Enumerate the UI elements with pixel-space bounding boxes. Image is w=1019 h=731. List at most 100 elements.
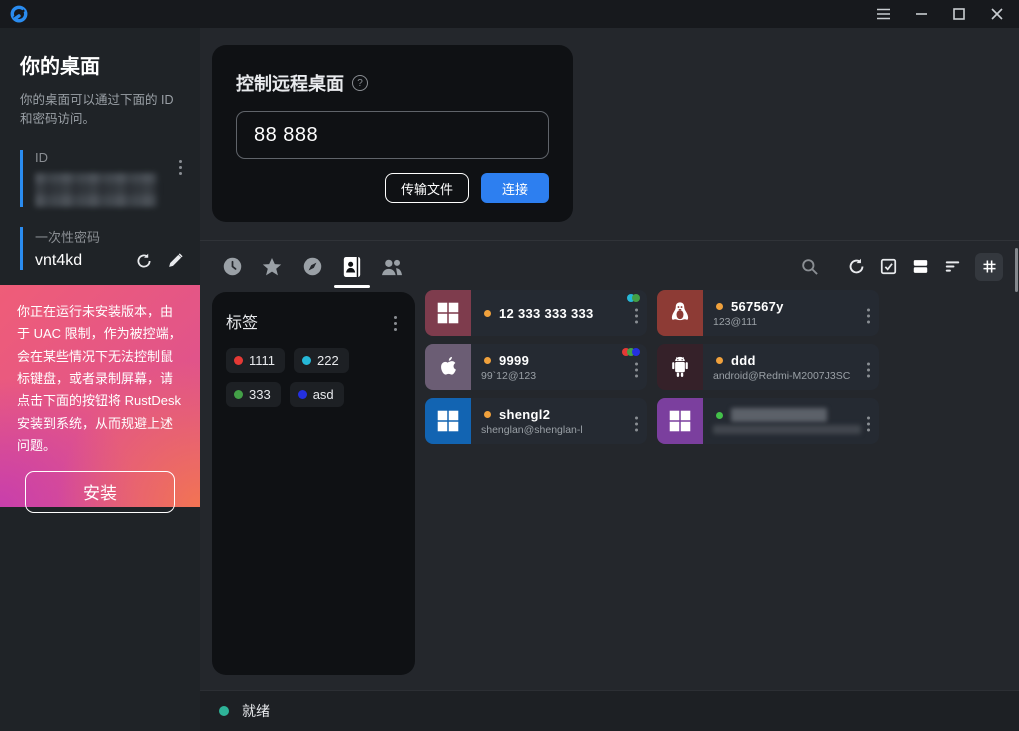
peer-menu-icon[interactable] — [863, 299, 874, 328]
tab-groups[interactable] — [372, 241, 412, 293]
install-banner: 你正在运行未安装版本，由于 UAC 限制，作为被控端，会在某些情况下无法控制鼠标… — [0, 285, 200, 507]
sort-icon[interactable] — [943, 257, 962, 276]
people-icon — [380, 257, 404, 277]
windows-icon — [425, 398, 471, 444]
peer-subtitle: 123@111 — [713, 316, 857, 328]
help-icon[interactable]: ? — [352, 75, 368, 91]
peer-card[interactable] — [657, 398, 879, 444]
status-dot — [716, 303, 723, 310]
redacted-id-value — [35, 173, 157, 207]
rustdesk-logo-icon — [10, 5, 28, 23]
tags-panel: 标签 1111 222 333 — [212, 292, 415, 675]
peer-menu-icon[interactable] — [631, 407, 642, 436]
linux-icon — [657, 290, 703, 336]
status-dot — [716, 412, 723, 419]
connect-button[interactable]: 连接 — [481, 173, 549, 203]
menu-icon[interactable] — [869, 2, 897, 26]
peer-tabbar — [200, 240, 1019, 292]
install-button[interactable]: 安装 — [25, 471, 175, 513]
tags-title: 标签 — [226, 309, 258, 333]
peer-name: shengl2 — [499, 407, 550, 422]
rustdesk-window: 你的桌面 你的桌面可以通过下面的 ID 和密码访问。 ID 一次性密码 vnt4… — [0, 0, 1019, 731]
refresh-password-icon[interactable] — [135, 252, 153, 270]
peer-menu-icon[interactable] — [863, 353, 874, 382]
transfer-file-button[interactable]: 传输文件 — [385, 173, 469, 203]
main-panel: 控制远程桌面 ? 传输文件 连接 — [200, 28, 1019, 731]
sidebar-title: 你的桌面 — [20, 50, 180, 79]
tag-color-dot — [234, 356, 243, 365]
peer-subtitle: shenglan@shenglan-l — [481, 424, 625, 436]
peer-name: 9999 — [499, 353, 529, 368]
connect-title: 控制远程桌面 — [236, 70, 344, 96]
edit-password-icon[interactable] — [167, 252, 184, 270]
peer-card[interactable]: ddd android@Redmi-M2007J3SC — [657, 344, 879, 390]
password-value: vnt4kd — [35, 252, 82, 270]
connection-status-text: 就绪 — [242, 701, 270, 721]
tag-color-dot — [234, 390, 243, 399]
id-section: ID — [20, 150, 186, 207]
grid-view-icon[interactable] — [975, 253, 1003, 281]
sidebar: 你的桌面 你的桌面可以通过下面的 ID 和密码访问。 ID 一次性密码 vnt4… — [0, 28, 200, 731]
peer-menu-icon[interactable] — [631, 299, 642, 328]
scrollbar-thumb[interactable] — [1015, 248, 1018, 292]
card-view-icon[interactable] — [911, 257, 930, 276]
remote-id-field[interactable] — [236, 111, 549, 159]
id-menu-icon[interactable] — [175, 150, 186, 179]
peer-card[interactable]: 567567y 123@111 — [657, 290, 879, 336]
tab-address-book[interactable] — [332, 241, 372, 293]
star-icon — [261, 256, 283, 278]
tab-favorites[interactable] — [252, 241, 292, 293]
peer-subtitle: android@Redmi-M2007J3SC — [713, 370, 857, 382]
android-icon — [657, 344, 703, 390]
tag-chip[interactable]: 222 — [294, 348, 349, 373]
titlebar — [0, 0, 1019, 28]
remote-connect-card: 控制远程桌面 ? 传输文件 连接 — [212, 45, 573, 222]
password-section: 一次性密码 vnt4kd — [20, 227, 186, 270]
refresh-icon[interactable] — [847, 257, 866, 276]
tag-chip[interactable]: 1111 — [226, 348, 285, 373]
peer-grid: 12 333 333 333 — [425, 290, 881, 444]
tags-menu-icon[interactable] — [390, 306, 401, 335]
tab-discovered[interactable] — [292, 241, 332, 293]
redacted-peer-name — [731, 408, 827, 422]
minimize-icon[interactable] — [907, 2, 935, 26]
tab-recent-sessions[interactable] — [212, 241, 252, 293]
peer-name: 567567y — [731, 299, 784, 314]
select-icon[interactable] — [879, 257, 898, 276]
peer-card[interactable]: shengl2 shenglan@shenglan-l — [425, 398, 647, 444]
statusbar: 就绪 — [200, 690, 1019, 731]
tag-color-dot — [298, 390, 307, 399]
peer-name: ddd — [731, 353, 756, 368]
clock-icon — [222, 256, 243, 277]
status-dot — [716, 357, 723, 364]
tag-chip[interactable]: 333 — [226, 382, 281, 407]
password-label: 一次性密码 — [35, 227, 186, 246]
tag-chip[interactable]: asd — [290, 382, 344, 407]
status-dot — [484, 357, 491, 364]
address-book-icon — [342, 256, 362, 278]
remote-id-input[interactable] — [252, 123, 533, 148]
peer-card[interactable]: 12 333 333 333 — [425, 290, 647, 336]
connection-status-dot — [219, 706, 229, 716]
peer-name: 12 333 333 333 — [499, 306, 594, 321]
search-icon[interactable] — [800, 257, 820, 277]
install-banner-text: 你正在运行未安装版本，由于 UAC 限制，作为被控端，会在某些情况下无法控制鼠标… — [17, 301, 183, 458]
redacted-peer-subtitle — [713, 425, 861, 434]
compass-icon — [302, 256, 323, 277]
status-dot — [484, 411, 491, 418]
selected-tab-underline — [334, 285, 370, 288]
peer-subtitle: 99`12@123 — [481, 370, 625, 382]
status-dot — [484, 310, 491, 317]
sidebar-description: 你的桌面可以通过下面的 ID 和密码访问。 — [20, 91, 180, 130]
peer-card[interactable]: 9999 99`12@123 — [425, 344, 647, 390]
apple-icon — [425, 344, 471, 390]
id-label: ID — [35, 150, 186, 165]
maximize-icon[interactable] — [945, 2, 973, 26]
tag-color-dot — [302, 356, 311, 365]
close-icon[interactable] — [983, 2, 1011, 26]
peer-menu-icon[interactable] — [863, 407, 874, 436]
peer-toolbar — [800, 253, 1019, 281]
windows-icon — [425, 290, 471, 336]
peer-menu-icon[interactable] — [631, 353, 642, 382]
windows-icon — [657, 398, 703, 444]
